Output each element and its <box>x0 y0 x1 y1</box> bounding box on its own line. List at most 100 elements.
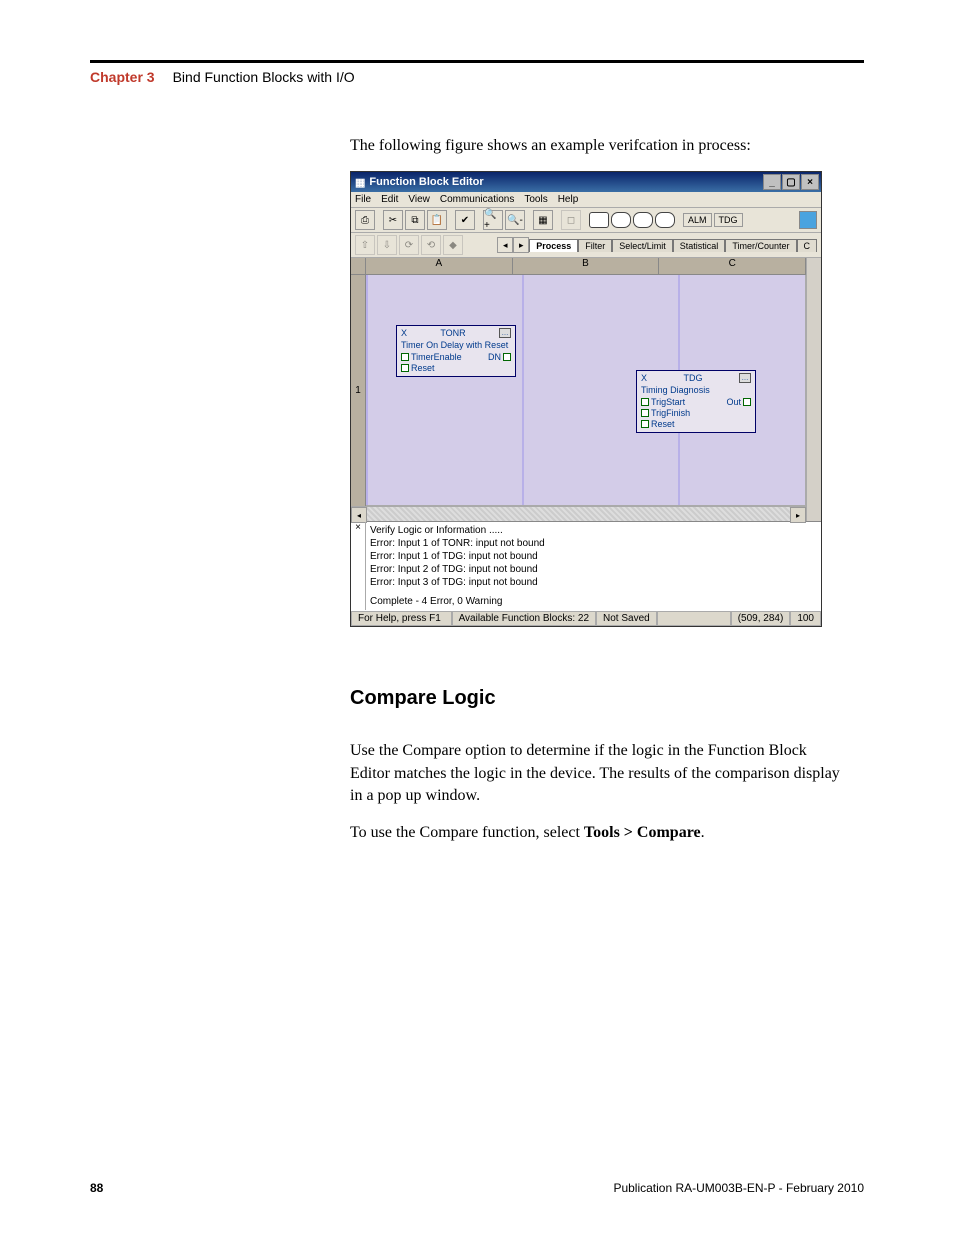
block-tonr[interactable]: X TONR … Timer On Delay with Reset Timer… <box>396 325 516 377</box>
log-header: Verify Logic or Information ..... <box>370 524 817 537</box>
block-tonr-tag: X <box>401 328 407 338</box>
tab-statistical[interactable]: Statistical <box>673 239 726 252</box>
page-number: 88 <box>90 1181 103 1195</box>
tab-process[interactable]: Process <box>529 239 578 252</box>
block-tonr-out1: DN <box>488 352 501 362</box>
close-button[interactable]: × <box>801 174 819 190</box>
tdg-button[interactable]: TDG <box>714 213 743 227</box>
status-save: Not Saved <box>596 611 657 626</box>
section-p1: Use the Compare option to determine if t… <box>350 740 840 807</box>
section-p2-c: . <box>701 824 705 841</box>
log-line: Error: Input 3 of TDG: input not bound <box>370 576 817 589</box>
app-icon: ▦ <box>355 176 365 189</box>
zoom-out-icon[interactable]: 🔍- <box>505 210 525 230</box>
log-summary: Complete - 4 Error, 0 Warning <box>370 595 817 608</box>
verify-icon[interactable]: ✔ <box>455 210 475 230</box>
block-tdg-in2: TrigFinish <box>651 408 690 418</box>
block-tdg-tag: X <box>641 373 647 383</box>
scroll-left-icon[interactable]: ◂ <box>351 507 367 523</box>
status-coords: (509, 284) <box>731 611 791 626</box>
log-close-icon[interactable]: × <box>351 522 366 610</box>
block-tdg-in1: TrigStart <box>651 397 685 407</box>
titlebar: ▦ Function Block Editor _ ▢ × <box>351 172 821 192</box>
tab-filter[interactable]: Filter <box>578 239 612 252</box>
upload-icon: ⇧ <box>355 235 375 255</box>
grid-icon[interactable]: ▦ <box>533 210 553 230</box>
tab-c[interactable]: C <box>797 239 818 252</box>
tab-scroll-right[interactable]: ▸ <box>513 237 529 253</box>
section-heading: Compare Logic <box>350 687 840 710</box>
block-tonr-config-icon[interactable]: … <box>499 328 511 338</box>
toolbar-secondary: ⇧ ⇩ ⟳ ⟲ ◆ ◂ ▸ Process Filter Select/Limi… <box>351 233 821 258</box>
pin-icon[interactable] <box>641 409 649 417</box>
block-tonr-name: TONR <box>440 328 465 338</box>
shape-oval-button[interactable] <box>655 212 675 228</box>
intro-paragraph: The following figure shows an example ve… <box>350 135 840 157</box>
toolbar-main: ⎙ ✂ ⧉ 📋 ✔ 🔍+ 🔍- ▦ ◻ ALM <box>351 208 821 233</box>
extra-icon: ◆ <box>443 235 463 255</box>
block-tdg-config-icon[interactable]: … <box>739 373 751 383</box>
section-p2: To use the Compare function, select Tool… <box>350 822 840 844</box>
chapter-label: Chapter 3 <box>90 69 155 85</box>
copy-icon[interactable]: ⧉ <box>405 210 425 230</box>
log-pane: × Verify Logic or Information ..... Erro… <box>351 521 821 610</box>
block-tonr-in2: Reset <box>411 363 435 373</box>
section-p2-b: Tools > Compare <box>584 824 701 841</box>
block-tdg-out1: Out <box>726 397 741 407</box>
color-swatch[interactable] <box>799 211 817 229</box>
pin-icon[interactable] <box>401 353 409 361</box>
sync-b-icon: ⟲ <box>421 235 441 255</box>
log-line: Error: Input 2 of TDG: input not bound <box>370 563 817 576</box>
canvas-column-headers: A B C <box>351 258 806 275</box>
pin-icon[interactable] <box>401 364 409 372</box>
tab-scroll-left[interactable]: ◂ <box>497 237 513 253</box>
tab-timercounter[interactable]: Timer/Counter <box>725 239 796 252</box>
print-icon[interactable]: ⎙ <box>355 210 375 230</box>
block-tonr-in1: TimerEnable <box>411 352 462 362</box>
log-line: Error: Input 1 of TONR: input not bound <box>370 537 817 550</box>
paste-icon[interactable]: 📋 <box>427 210 447 230</box>
pin-icon[interactable] <box>503 353 511 361</box>
block-tdg-in3: Reset <box>651 419 675 429</box>
app-window: ▦ Function Block Editor _ ▢ × File Edit … <box>350 171 822 627</box>
pin-icon[interactable] <box>641 398 649 406</box>
publication-id: Publication RA-UM003B-EN-P - February 20… <box>613 1181 864 1195</box>
scroll-right-icon[interactable]: ▸ <box>790 507 806 523</box>
block-tdg-name: TDG <box>684 373 703 383</box>
menu-tools[interactable]: Tools <box>524 194 547 205</box>
block-tdg-title: Timing Diagnosis <box>641 385 751 395</box>
download-icon: ⇩ <box>377 235 397 255</box>
menu-edit[interactable]: Edit <box>381 194 398 205</box>
status-zoom: 100 <box>790 611 821 626</box>
statusbar: For Help, press F1 Available Function Bl… <box>351 610 821 626</box>
alm-button[interactable]: ALM <box>683 213 712 227</box>
shape-rect-button[interactable] <box>589 212 609 228</box>
pin-icon[interactable] <box>641 420 649 428</box>
menu-communications[interactable]: Communications <box>440 194 514 205</box>
scrollbar-vertical[interactable] <box>806 258 821 521</box>
menu-help[interactable]: Help <box>558 194 579 205</box>
shape-slot-button[interactable] <box>611 212 631 228</box>
minimize-button[interactable]: _ <box>763 174 781 190</box>
shape-pill-button[interactable] <box>633 212 653 228</box>
zoom-in-icon[interactable]: 🔍+ <box>483 210 503 230</box>
menu-view[interactable]: View <box>408 194 430 205</box>
maximize-button[interactable]: ▢ <box>782 174 800 190</box>
scrollbar-horizontal[interactable]: ◂ ▸ <box>351 506 806 521</box>
col-hdr-c: C <box>659 258 806 274</box>
canvas[interactable]: X TONR … Timer On Delay with Reset Timer… <box>366 275 806 506</box>
cut-icon[interactable]: ✂ <box>383 210 403 230</box>
block-tdg[interactable]: X TDG … Timing Diagnosis TrigStart Out <box>636 370 756 433</box>
menubar: File Edit View Communications Tools Help <box>351 192 821 208</box>
status-blocks: Available Function Blocks: 22 <box>452 611 596 626</box>
sync-a-icon: ⟳ <box>399 235 419 255</box>
tab-selectlimit[interactable]: Select/Limit <box>612 239 673 252</box>
status-help: For Help, press F1 <box>351 611 452 626</box>
faded-icon: ◻ <box>561 210 581 230</box>
block-tonr-title: Timer On Delay with Reset <box>401 340 511 350</box>
log-line: Error: Input 1 of TDG: input not bound <box>370 550 817 563</box>
section-p2-a: To use the Compare function, select <box>350 824 584 841</box>
col-hdr-a: A <box>366 258 513 274</box>
pin-icon[interactable] <box>743 398 751 406</box>
menu-file[interactable]: File <box>355 194 371 205</box>
